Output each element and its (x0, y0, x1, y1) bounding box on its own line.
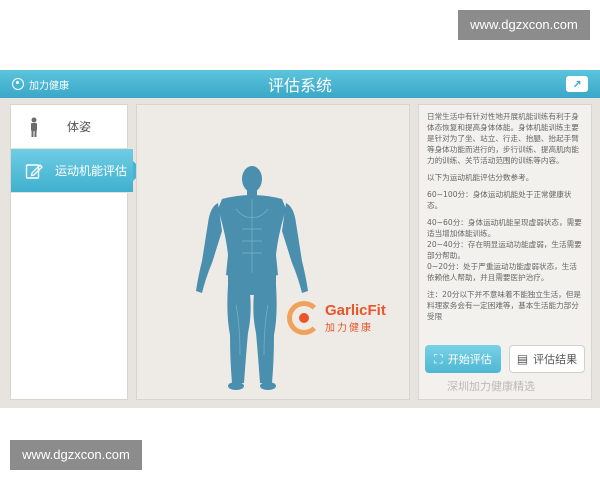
watermark-bottom: www.dgzxcon.com (10, 440, 142, 470)
start-assessment-label: 开始评估 (447, 352, 492, 366)
sidebar-item-label: 体姿 (67, 120, 92, 134)
info-panel: 日常生活中有针对性地开展机能训练有利于身体态恢复和提高身体体能。身体机能训练主要… (418, 104, 592, 400)
top-bar: 加力健康 评估系统 ↗ (0, 70, 600, 98)
user-icon (12, 78, 24, 90)
sidebar-item-motor-assessment[interactable]: 运动机能评估 (11, 149, 143, 193)
info-score-2: 40~60分：身体运动机能呈现虚弱状态，需要适当增加体能训练。 (427, 218, 582, 238)
info-score-4: 0~20分：处于严重运动功能虚弱状态，生活依赖他人帮助，并且需要医护治疗。 (427, 262, 577, 282)
info-score-3: 20~40分：存在明显运动功能虚弱，生活需要部分帮助。 (427, 240, 582, 260)
brand-label: 加力健康 (29, 80, 69, 92)
watermark-top: www.dgzxcon.com (458, 10, 590, 40)
document-icon: ▤ (516, 351, 529, 366)
start-assessment-button[interactable]: ⛶ 开始评估 (425, 345, 501, 373)
sidebar: 体姿 运动机能评估 (10, 104, 143, 400)
body-figure-panel: GarlicFit 加力健康 (136, 104, 410, 400)
posture-icon (23, 116, 45, 138)
share-button[interactable]: ↗ (566, 76, 588, 92)
logo-text-cn: 加力健康 (325, 323, 373, 334)
human-body-figure (196, 166, 308, 390)
info-score-1: 60~100分：身体运动机能处于正常健康状态。 (427, 190, 572, 210)
sidebar-item-posture[interactable]: 体姿 (11, 105, 127, 149)
footer-watermark: 深圳加力健康精选 (447, 380, 535, 393)
garlicfit-logo: GarlicFit 加力健康 (287, 301, 386, 335)
edit-icon (23, 160, 45, 182)
assessment-result-button[interactable]: ▤ 评估结果 (509, 345, 585, 373)
logo-text-en: GarlicFit (325, 302, 386, 319)
logo-mark-icon (287, 301, 321, 335)
info-note: 注：20分以下并不意味着不能独立生活，但是料理家务会有一定困难等，基本生活能力部… (427, 290, 581, 321)
assessment-result-label: 评估结果 (533, 352, 578, 366)
info-intro: 日常生活中有针对性地开展机能训练有利于身体态恢复和提高身体体能。身体机能训练主要… (427, 112, 579, 165)
share-icon: ↗ (572, 77, 582, 91)
page-title: 评估系统 (267, 76, 332, 95)
brand[interactable]: 加力健康 (0, 77, 69, 92)
scan-icon: ⛶ (434, 351, 443, 366)
app-window: 加力健康 评估系统 ↗ 体姿 运动机能评估 GarlicFit 加力健康 日常生… (0, 70, 600, 408)
info-scores-title: 以下为运动机能评估分数参考。 (427, 173, 534, 182)
sidebar-item-label: 运动机能评估 (55, 164, 128, 178)
